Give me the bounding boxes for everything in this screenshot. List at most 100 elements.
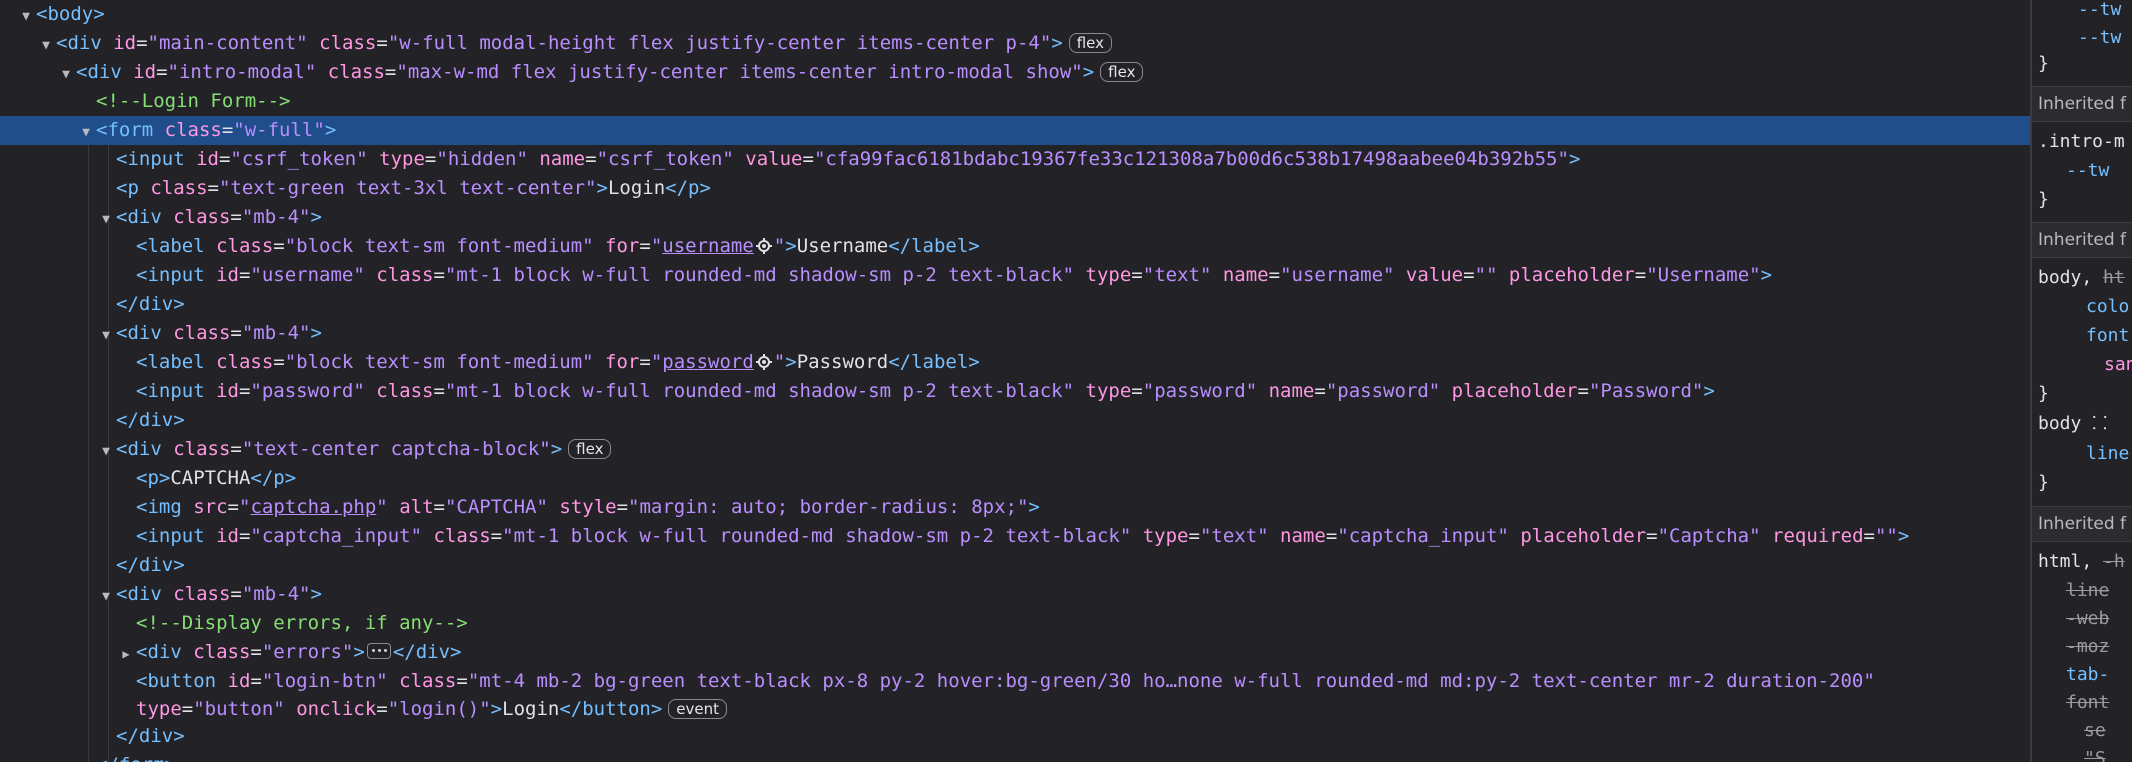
inherited-header[interactable]: Inherited f <box>2032 506 2132 542</box>
rule-line[interactable]: font <box>2086 322 2129 350</box>
node-row[interactable]: <button id="login-btn" class="mt-4 mb-2 … <box>0 667 2030 696</box>
node-row[interactable]: ▼ <div class="mb-4"> <box>0 203 2030 232</box>
rule-line[interactable]: } <box>2038 380 2049 408</box>
inherited-header[interactable]: Inherited f <box>2032 86 2132 122</box>
attr-value-token: "Captcha" <box>1657 525 1761 547</box>
node-row[interactable]: type="button" onclick="login()">Login</b… <box>0 696 2030 722</box>
node-row[interactable]: </form> <box>0 751 2030 762</box>
tag-token: > <box>550 438 563 460</box>
expand-twisty-icon[interactable]: ▶ <box>116 640 136 669</box>
node-row[interactable]: </div> <box>0 290 2030 319</box>
rule-line[interactable]: body, ht <box>2038 264 2125 292</box>
node-row[interactable]: ▼ <body> <box>0 0 2030 29</box>
rule-line[interactable]: } <box>2038 186 2049 214</box>
node-row[interactable]: <p class="text-green text-3xl text-cente… <box>0 174 2030 203</box>
node-row[interactable]: <label class="block text-sm font-medium"… <box>0 232 2030 261</box>
node-row[interactable]: <p>CAPTCHA</p> <box>0 464 2030 493</box>
node-row[interactable]: ▶ <div class="errors"> </div> <box>0 638 2030 667</box>
attr-value-token: "mt-4 mb-2 bg-green text-black px-8 py-2… <box>467 670 1875 692</box>
text-token: Username <box>796 235 889 257</box>
rule-line[interactable]: "S <box>2084 745 2106 762</box>
attr-value-token: "Password" <box>1588 380 1704 402</box>
link-value[interactable]: username <box>662 235 754 257</box>
node-row[interactable]: <img src="captcha.php" alt="CAPTCHA" sty… <box>0 493 2030 522</box>
collapse-twisty-icon[interactable]: ▼ <box>56 60 76 89</box>
collapse-twisty-icon[interactable]: ▼ <box>76 118 96 147</box>
attr-value-token: " <box>650 235 663 257</box>
node-row[interactable]: <!--Display errors, if any--> <box>0 609 2030 638</box>
attr-name-token: value <box>1405 264 1464 286</box>
node-row[interactable]: <input id="csrf_token" type="hidden" nam… <box>0 145 2030 174</box>
node-row[interactable]: </div> <box>0 722 2030 751</box>
node-row[interactable]: ▼ <div id="intro-modal" class="max-w-md f… <box>0 58 2030 87</box>
flex-badge[interactable]: flex <box>568 439 612 459</box>
attr-value-token: "text-center captcha-block" <box>241 438 551 460</box>
rule-line[interactable]: html, -h <box>2038 548 2125 576</box>
selected-node-row[interactable]: ▼ <form class="w-full"> <box>0 116 2030 145</box>
node-row[interactable]: <input id="captcha_input" class="mt-1 bl… <box>0 522 2030 551</box>
node-row[interactable]: ▼ <div class="text-center captcha-block">… <box>0 435 2030 464</box>
rule-line[interactable]: --tw <box>2066 157 2109 185</box>
rule-line[interactable]: --tw <box>2078 0 2121 24</box>
rule-line[interactable]: font <box>2066 689 2109 717</box>
rule-line[interactable]: tab- <box>2066 661 2109 689</box>
rule-line[interactable]: line <box>2086 440 2129 468</box>
rule-line[interactable]: -web <box>2066 605 2109 633</box>
attr-value-token: "w-full modal-height flex justify-center… <box>387 32 1052 54</box>
text-token: = <box>433 496 445 518</box>
attr-name-token: placeholder <box>1520 525 1647 547</box>
target-icon[interactable] <box>755 238 772 254</box>
rule-token: --tw <box>2078 0 2122 20</box>
ellipsis-expand-icon[interactable] <box>366 643 391 659</box>
link-value[interactable]: captcha.php <box>250 496 376 518</box>
collapse-twisty-icon[interactable]: ▼ <box>16 2 36 31</box>
node-row[interactable]: </div> <box>0 406 2030 435</box>
collapse-twisty-icon[interactable]: ▼ <box>96 437 116 466</box>
target-icon[interactable] <box>755 354 772 370</box>
rule-line[interactable]: .intro-m <box>2038 128 2125 156</box>
collapse-twisty-icon[interactable]: ▼ <box>96 582 116 611</box>
collapse-twisty-icon[interactable]: ▼ <box>36 31 56 60</box>
node-row[interactable]: <label class="block text-sm font-medium"… <box>0 348 2030 377</box>
collapse-twisty-icon[interactable]: ▼ <box>96 321 116 350</box>
rule-line[interactable]: san <box>2104 351 2132 379</box>
attr-name-token: id <box>216 380 239 402</box>
link-value[interactable]: password <box>662 351 754 373</box>
node-row[interactable]: <input id="password" class="mt-1 block w… <box>0 377 2030 406</box>
node-row[interactable]: ▼ <div id="main-content" class="w-full mo… <box>0 29 2030 58</box>
flex-badge[interactable]: flex <box>1068 33 1113 53</box>
rule-line[interactable]: } <box>2038 469 2049 497</box>
inherited-header[interactable]: Inherited f <box>2032 222 2132 258</box>
rule-line[interactable]: se <box>2084 717 2106 745</box>
rule-line[interactable]: --tw <box>2078 24 2121 52</box>
node-row[interactable]: </div> <box>0 551 2030 580</box>
collapse-twisty-icon[interactable]: ▼ <box>96 205 116 234</box>
rule-token: body <box>2038 413 2093 434</box>
tag-token: <div <box>76 61 134 83</box>
node-row[interactable]: ▼ <div class="mb-4"> <box>0 319 2030 348</box>
attr-value-token: "password" <box>1325 380 1441 402</box>
rules-panel[interactable]: --tw --tw} Inherited f .intro-m --tw} Inherit… <box>2032 0 2132 762</box>
node-row[interactable]: <!--Login Form--> <box>0 87 2030 116</box>
rule-line[interactable]: line <box>2066 577 2109 605</box>
attr-name-token: name <box>1280 525 1326 547</box>
flex-badge[interactable]: flex <box>1100 62 1144 82</box>
text-token: = <box>273 351 285 373</box>
attr-value-token: "mt-1 block w-full rounded-md shadow-sm … <box>444 380 1075 402</box>
rule-line[interactable]: } <box>2038 50 2049 78</box>
rule-line[interactable]: colo <box>2086 293 2129 321</box>
rule-line[interactable]: body ⸬ <box>2038 410 2107 438</box>
attr-value-token: "button" <box>193 698 285 720</box>
node-row[interactable]: ▼ <div class="mb-4"> <box>0 580 2030 609</box>
event-badge[interactable]: event <box>668 699 728 719</box>
attr-value-token: "captcha_input" <box>1337 525 1509 547</box>
attr-name-token: class <box>433 525 491 547</box>
node-row[interactable]: <input id="username" class="mt-1 block w… <box>0 261 2030 290</box>
rule-line[interactable]: -moz <box>2066 633 2109 661</box>
markup-tree-panel[interactable]: ▼ <body> ▼ <div id="main-content" class="w-… <box>0 0 2030 762</box>
attr-name-token: alt <box>399 496 434 518</box>
